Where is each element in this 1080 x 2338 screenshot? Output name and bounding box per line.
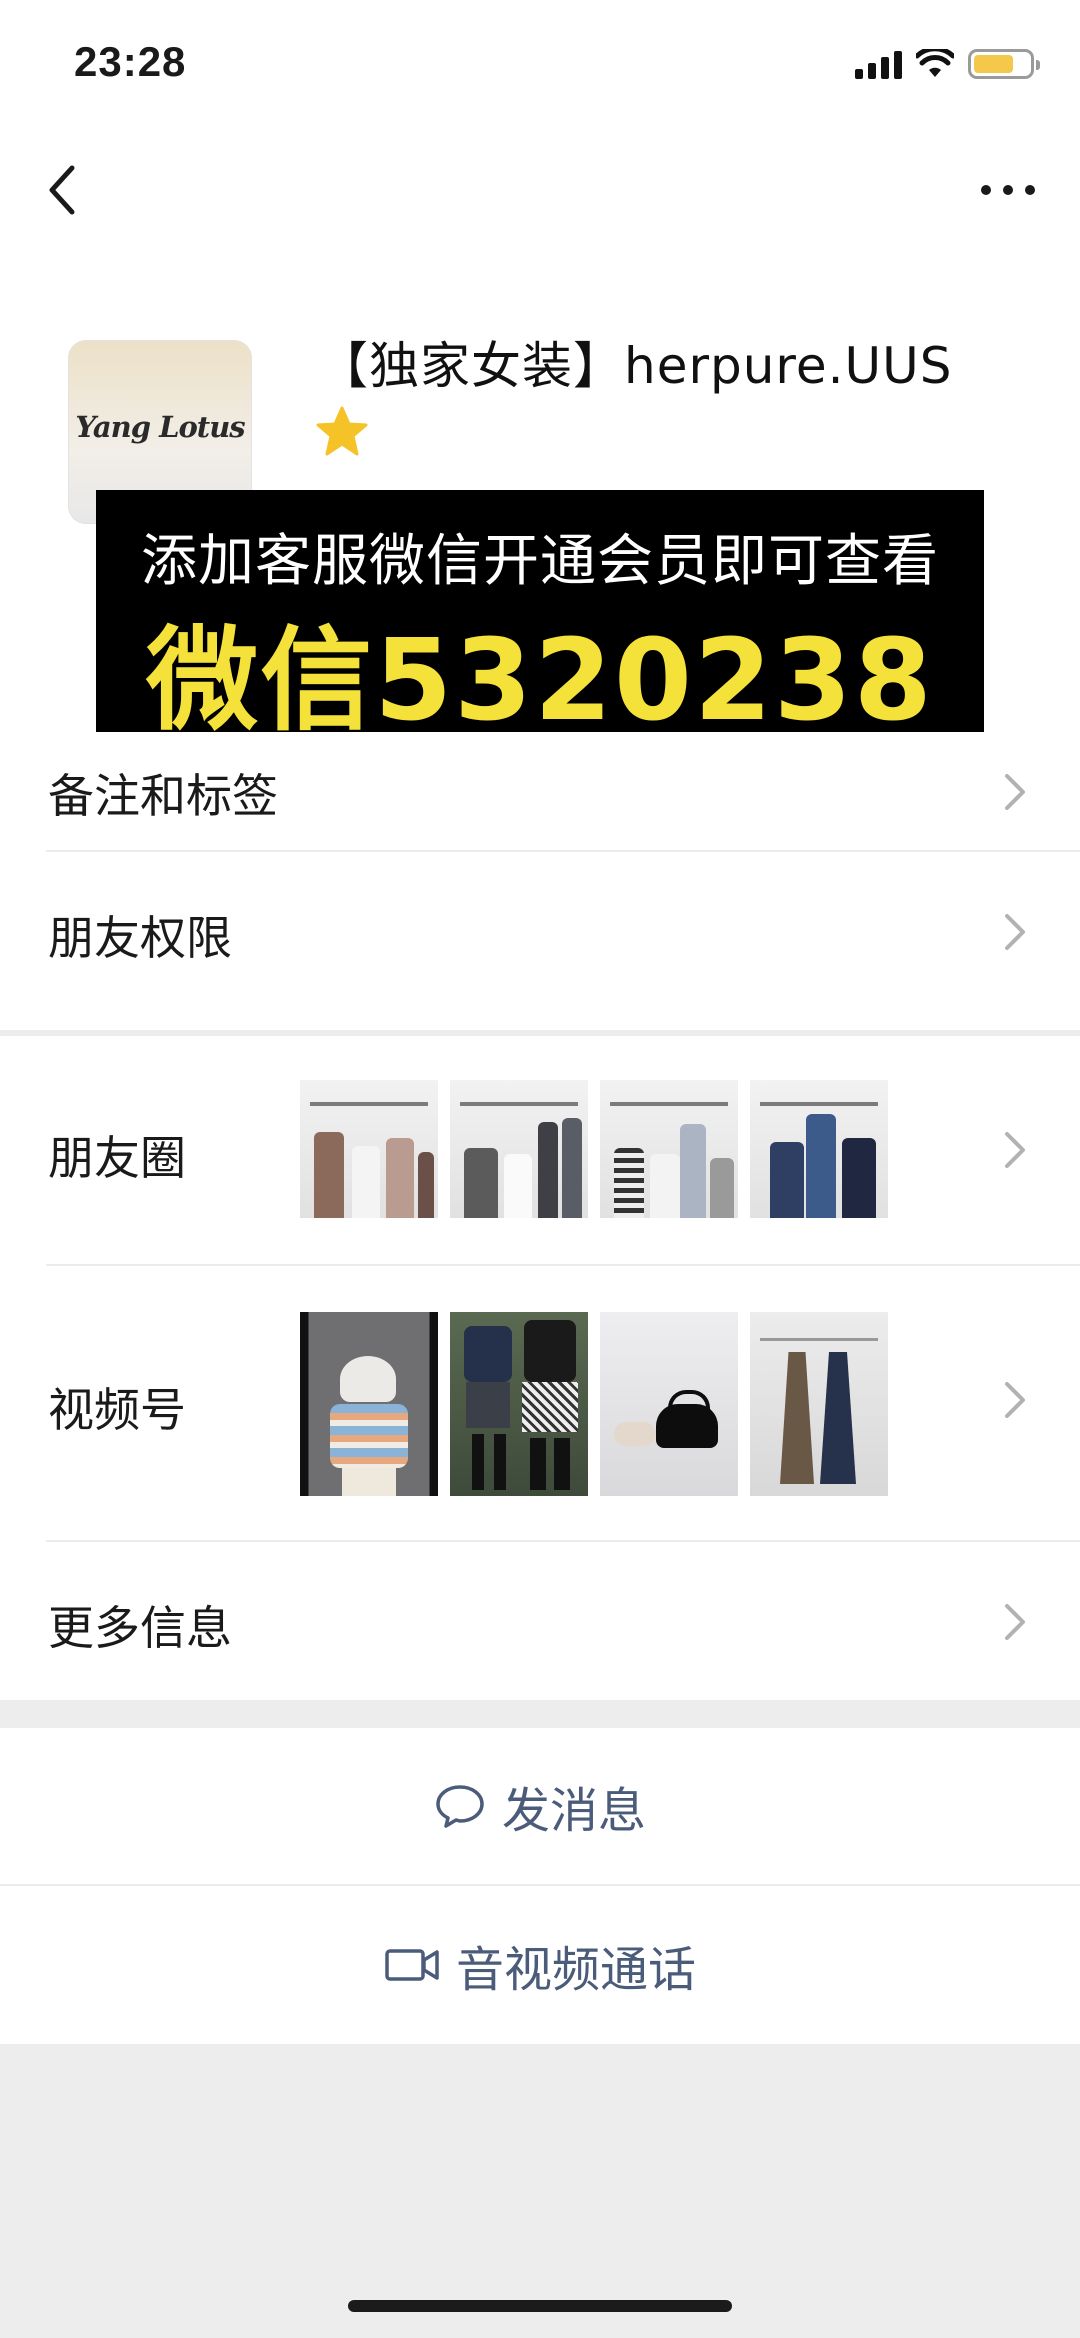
video-camera-icon	[385, 1949, 439, 1981]
chevron-left-icon[interactable]	[40, 160, 90, 220]
banner-contact: 微信5320238	[146, 616, 934, 746]
chevron-right-icon	[1005, 774, 1025, 810]
home-indicator[interactable]	[348, 2300, 732, 2312]
more-info-label: 更多信息	[48, 1601, 232, 1655]
moments-label: 朋友圈	[48, 1131, 186, 1185]
moments-thumbnail	[750, 1080, 888, 1218]
chevron-right-icon	[1005, 1382, 1025, 1418]
friend-permissions-label: 朋友权限	[48, 911, 232, 965]
moments-row[interactable]: 朋友圈	[0, 1036, 1080, 1264]
chevron-right-icon	[1005, 1604, 1025, 1640]
more-info-row[interactable]: 更多信息	[0, 1542, 1080, 1700]
chevron-right-icon	[1005, 1132, 1025, 1168]
send-message-button[interactable]: 发消息	[0, 1728, 1080, 1884]
chat-bubble-icon	[436, 1785, 484, 1828]
channels-thumbnail	[600, 1312, 738, 1496]
video-call-button[interactable]: 音视频通话	[0, 1886, 1080, 2044]
profile-name: 【独家女装】herpure.UUS	[318, 337, 953, 395]
wifi-icon	[916, 49, 954, 77]
battery-icon	[968, 49, 1040, 79]
chevron-right-icon	[1005, 914, 1025, 950]
cellular-signal-icon	[855, 49, 902, 79]
moments-thumbnail	[450, 1080, 588, 1218]
channels-thumbnail	[300, 1312, 438, 1496]
send-message-label: 发消息	[501, 1783, 646, 1839]
channels-thumbnail	[750, 1312, 888, 1496]
avatar-logo: Yang Lotus	[75, 410, 245, 444]
channels-row[interactable]: 视频号	[0, 1266, 1080, 1540]
moments-thumbnail	[300, 1080, 438, 1218]
friend-permissions-row[interactable]: 朋友权限	[0, 852, 1080, 1012]
remarks-tags-row[interactable]: 备注和标签	[0, 732, 1080, 850]
channels-thumbnails	[300, 1312, 888, 1496]
more-dots-icon[interactable]	[978, 170, 1038, 210]
star-icon	[316, 406, 368, 456]
status-icons	[855, 44, 1040, 84]
status-time: 23:28	[74, 38, 187, 85]
remarks-tags-label: 备注和标签	[48, 769, 278, 823]
promo-banner: 添加客服微信开通会员即可查看 微信5320238	[96, 490, 984, 746]
channels-label: 视频号	[48, 1383, 186, 1437]
banner-text: 添加客服微信开通会员即可查看	[141, 529, 939, 594]
moments-thumbnails	[300, 1080, 888, 1218]
channels-thumbnail	[450, 1312, 588, 1496]
moments-thumbnail	[600, 1080, 738, 1218]
video-call-label: 音视频通话	[455, 1942, 696, 1998]
